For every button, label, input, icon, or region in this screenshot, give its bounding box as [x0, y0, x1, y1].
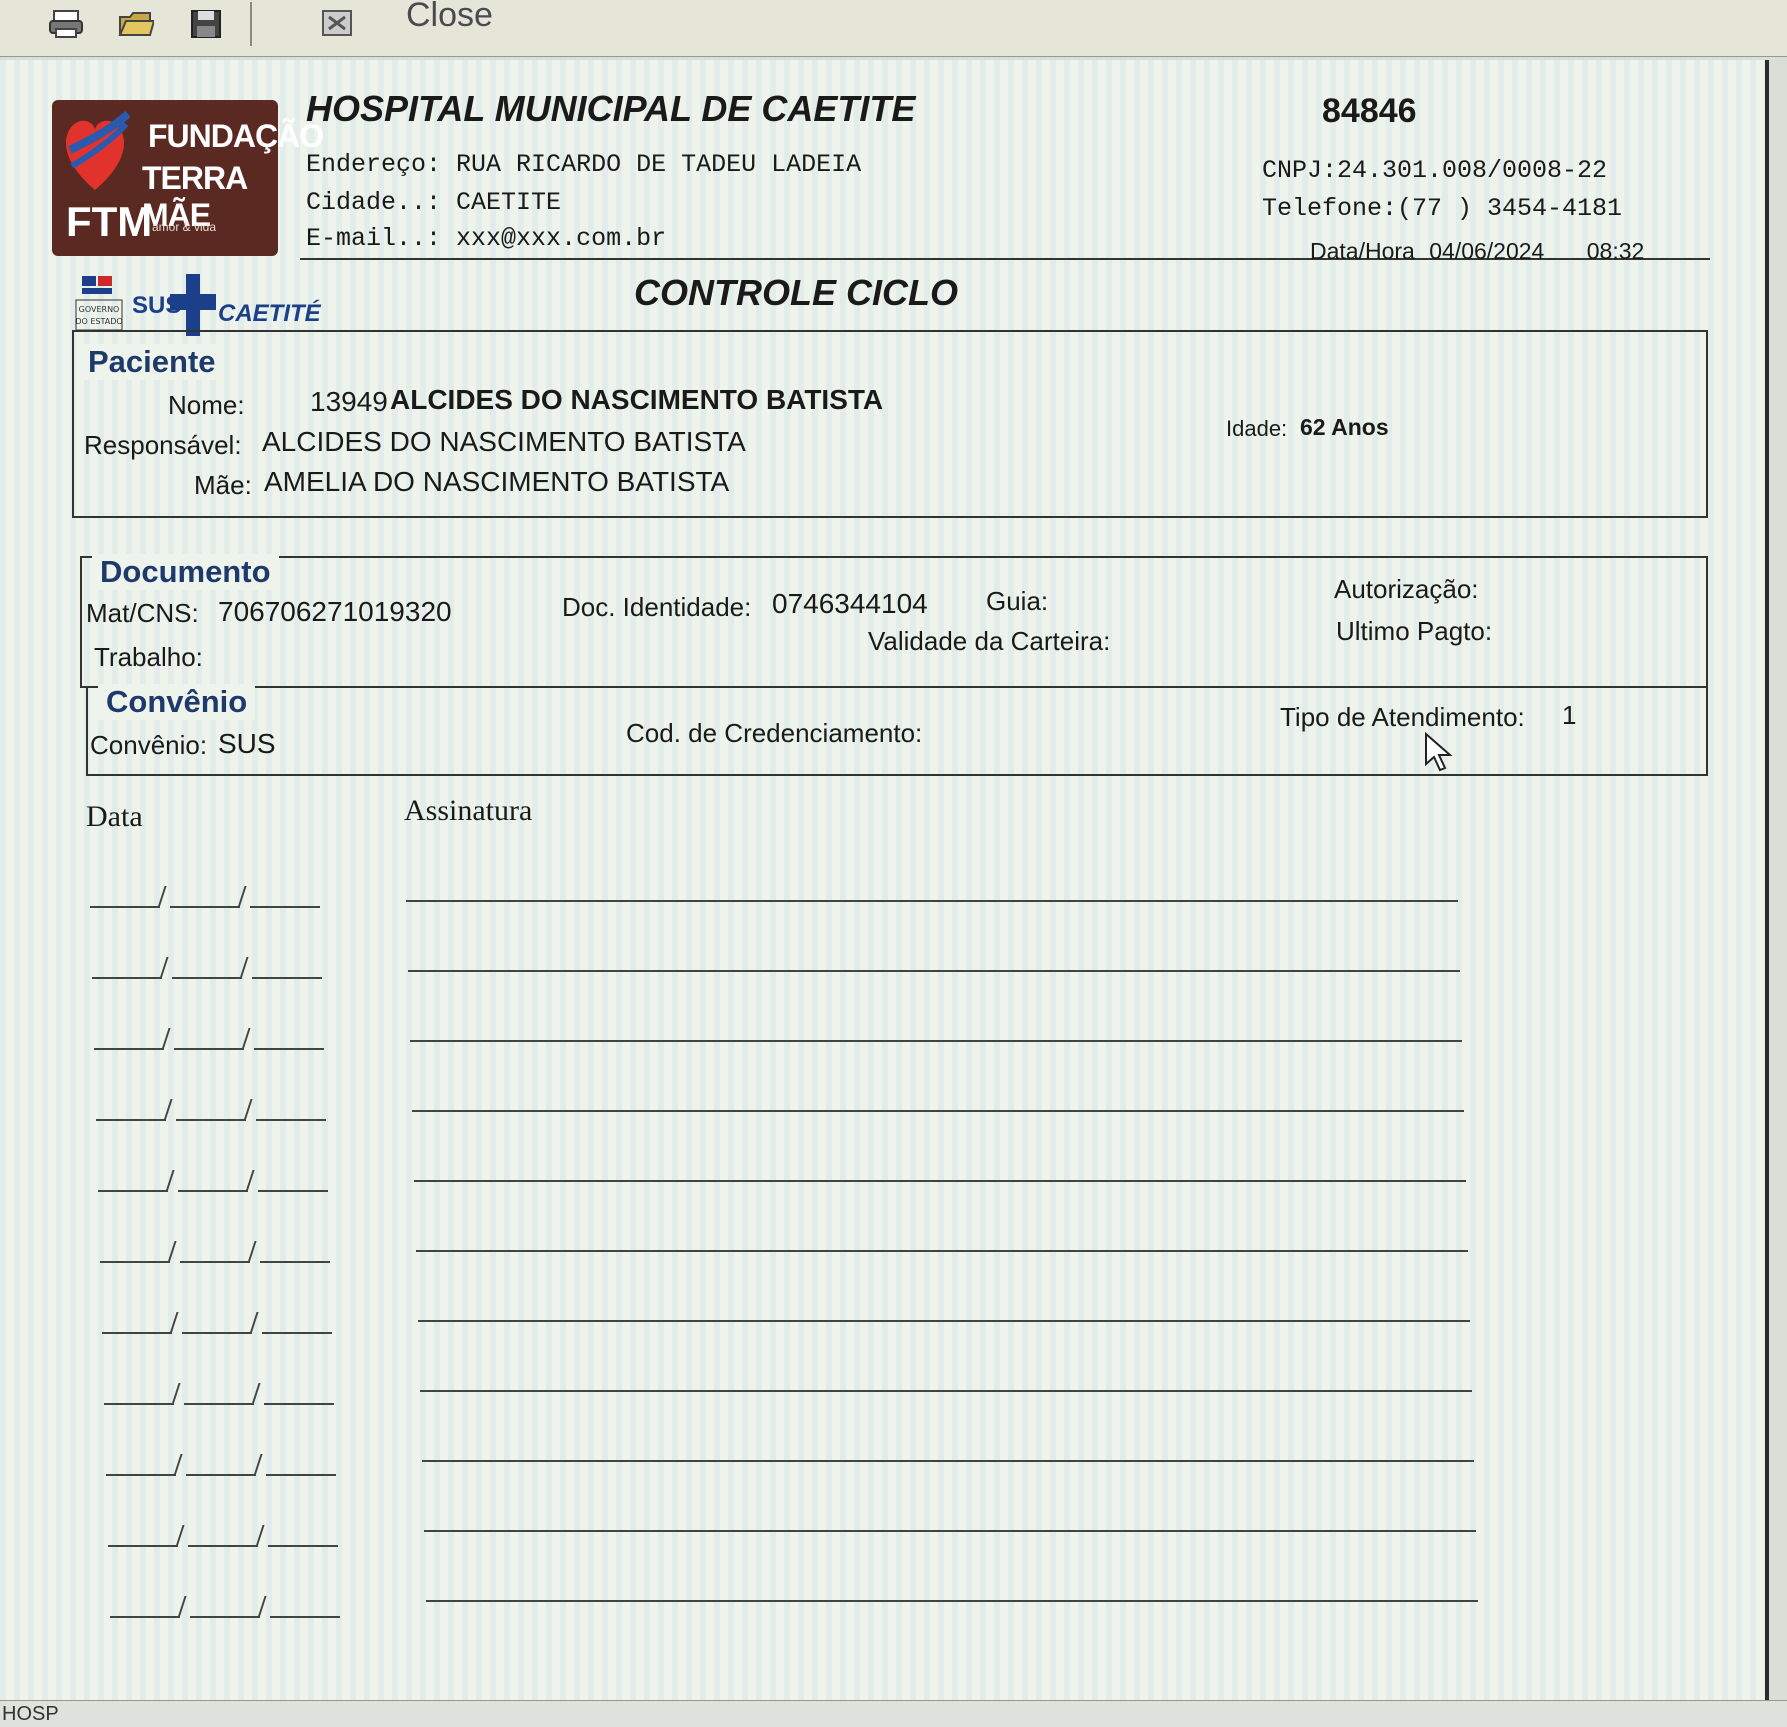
- city-value: CAETITE: [456, 188, 562, 217]
- close-icon[interactable]: [316, 4, 360, 44]
- autorizacao-label: Autorização:: [1334, 574, 1479, 604]
- date-blank: [98, 1162, 328, 1192]
- tipo-atendimento-label: Tipo de Atendimento:: [1280, 702, 1525, 732]
- assinatura-column-header: Assinatura: [404, 794, 533, 827]
- convenio-legend: Convênio: [98, 684, 256, 720]
- responsavel-value: ALCIDES DO NASCIMENTO BATISTA: [262, 426, 746, 457]
- date-blank: [106, 1446, 336, 1476]
- tipo-atendimento-value: 1: [1562, 700, 1577, 730]
- signature-blank: [420, 1390, 1472, 1392]
- signature-blank: [418, 1320, 1470, 1322]
- validade-label: Validade da Carteira:: [868, 626, 1111, 656]
- cnpj: CNPJ:24.301.008/0008-22: [1262, 156, 1608, 185]
- address-label: Endereço:: [306, 150, 442, 179]
- date-blank: [92, 949, 322, 979]
- status-text: HOSP: [2, 1703, 59, 1725]
- record-code: 84846: [1322, 92, 1417, 130]
- convenio-label: Convênio:: [90, 730, 208, 760]
- date-blank: [100, 1233, 330, 1263]
- date-blank: [94, 1020, 324, 1050]
- datahora: Data/Hora 04/06/2024 08:32: [1310, 238, 1644, 265]
- address-row: Endereço: RUA RICARDO DE TADEU LADEIA: [306, 150, 861, 179]
- date-blank: [102, 1304, 332, 1334]
- print-icon[interactable]: [44, 4, 88, 44]
- logo-subtitle: amor & vida: [152, 220, 217, 234]
- mouse-cursor-icon: [1425, 732, 1453, 772]
- idade-label: Idade:: [1226, 416, 1288, 441]
- toolbar-separator: [250, 2, 252, 46]
- caetite-logo-text: CAETITÉ: [218, 300, 321, 327]
- signature-blank: [412, 1110, 1464, 1112]
- ultimo-pagto-label: Ultimo Pagto:: [1336, 616, 1493, 646]
- cod-credenciamento-label: Cod. de Credenciamento:: [626, 718, 923, 748]
- status-bar: HOSP: [0, 1700, 1787, 1727]
- telefone: Telefone:(77 ) 3454-4181: [1262, 194, 1623, 223]
- doc-identidade-value: 0746344104: [772, 588, 928, 619]
- datahora-label: Data/Hora: [1310, 238, 1415, 264]
- mat-label: Mat/CNS:: [86, 598, 199, 628]
- open-folder-icon[interactable]: [114, 4, 158, 44]
- fundacao-terra-mae-logo: FUNDAÇÃO TERRA MÃE FTM amor & vida: [52, 100, 324, 256]
- idade-value: 62 Anos: [1300, 414, 1389, 440]
- guia-label: Guia:: [986, 586, 1049, 616]
- signature-blank: [422, 1460, 1474, 1462]
- nome-label: Nome:: [168, 390, 245, 420]
- datahora-time: 08:32: [1586, 238, 1645, 264]
- documento-legend: Documento: [92, 554, 279, 590]
- city-row: Cidade..: CAETITE: [306, 188, 561, 217]
- nome-id: 13949: [310, 386, 388, 417]
- convenio-value: SUS: [218, 728, 276, 759]
- signature-blank: [416, 1250, 1468, 1252]
- mae-value: AMELIA DO NASCIMENTO BATISTA: [264, 466, 730, 497]
- save-icon[interactable]: [184, 4, 228, 44]
- mat-value: 706706271019320: [218, 596, 452, 627]
- email-label: E-mail..:: [306, 224, 442, 253]
- nome-value: ALCIDES DO NASCIMENTO BATISTA: [390, 384, 884, 415]
- close-button[interactable]: Close: [406, 0, 493, 35]
- mae-label: Mãe:: [194, 470, 252, 500]
- datahora-date: 04/06/2024: [1429, 238, 1545, 264]
- date-blank: [96, 1091, 326, 1121]
- hospital-name: HOSPITAL MUNICIPAL DE CAETITE: [306, 88, 916, 129]
- city-label: Cidade..:: [306, 188, 442, 217]
- date-blank: [90, 878, 320, 908]
- logo-abbr: FTM: [66, 198, 153, 245]
- signature-blank: [406, 900, 1458, 902]
- signature-blank: [410, 1040, 1462, 1042]
- svg-text:DO ESTADO: DO ESTADO: [75, 317, 122, 326]
- email-row: E-mail..: xxx@xxx.com.br: [306, 224, 666, 253]
- signature-blank: [424, 1530, 1476, 1532]
- sus-cross-icon: [170, 274, 216, 336]
- email-value: xxx@xxx.com.br: [456, 224, 667, 253]
- bahia-government-icon: GOVERNO DO ESTADO: [75, 276, 123, 331]
- date-blank: [108, 1517, 338, 1547]
- date-blank: [110, 1588, 340, 1618]
- svg-text:GOVERNO: GOVERNO: [79, 305, 120, 314]
- doc-identidade-label: Doc. Identidade:: [562, 592, 752, 622]
- date-blank: [104, 1375, 334, 1405]
- report-title: CONTROLE CICLO: [634, 272, 958, 313]
- address-value: RUA RICARDO DE TADEU LADEIA: [456, 150, 862, 179]
- logo-line-1: FUNDAÇÃO: [148, 118, 324, 154]
- signature-blank: [414, 1180, 1466, 1182]
- data-column-header: Data: [86, 800, 143, 833]
- responsavel-label: Responsável:: [84, 430, 242, 460]
- trabalho-label: Trabalho:: [94, 642, 203, 672]
- signature-blank: [408, 970, 1460, 972]
- paciente-legend: Paciente: [80, 344, 224, 380]
- signature-blank: [426, 1600, 1478, 1602]
- toolbar: Close: [0, 0, 1787, 57]
